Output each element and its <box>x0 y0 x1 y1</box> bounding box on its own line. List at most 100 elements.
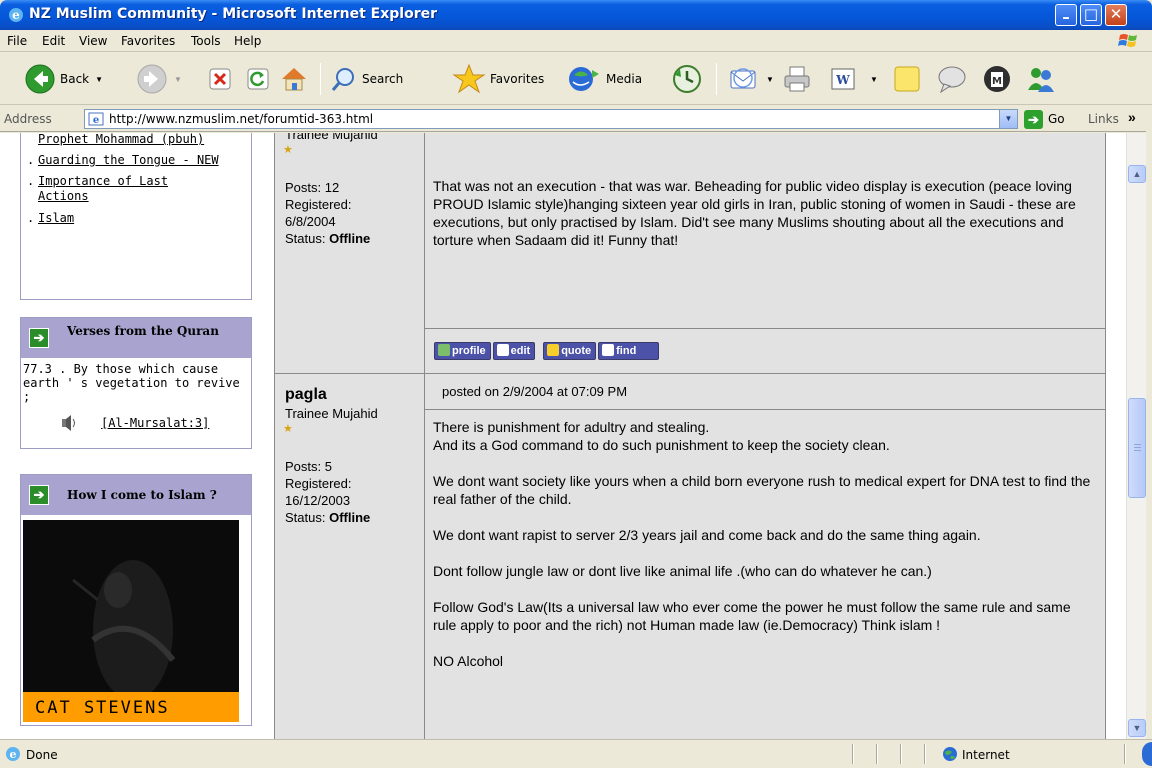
stop-button[interactable] <box>208 61 232 97</box>
registered-date: 6/8/2004 <box>285 214 336 229</box>
menu-view[interactable]: View <box>79 34 107 48</box>
url-text: http://www.nzmuslim.net/forumtid-363.htm… <box>109 112 374 126</box>
word-edit-icon: W <box>831 68 855 90</box>
mail-icon <box>730 68 756 89</box>
menu-tools[interactable]: Tools <box>191 34 221 48</box>
author-name[interactable]: pagla <box>285 386 327 404</box>
home-button[interactable] <box>278 61 310 97</box>
go-button[interactable]: ➔ Go <box>1024 109 1065 129</box>
mail-button[interactable]: ▼ <box>728 61 774 97</box>
quote-button[interactable]: quote <box>543 342 597 360</box>
address-input[interactable]: e http://www.nzmuslim.net/forumtid-363.h… <box>84 109 1018 129</box>
ie-page-icon: e <box>6 747 20 761</box>
post-actions: profile edit quote find <box>425 329 1105 373</box>
edit-icon <box>496 344 509 356</box>
stop-icon <box>209 68 231 90</box>
page-viewport: Prophet Mohammad (pbuh) . Guarding the T… <box>0 133 1126 739</box>
vertical-scrollbar[interactable]: ▲ ▼ <box>1126 133 1146 739</box>
messenger-button[interactable] <box>936 61 968 97</box>
post-timestamp: posted on 2/9/2004 at 07:09 PM <box>442 384 628 399</box>
scroll-up-button[interactable]: ▲ <box>1128 165 1146 183</box>
svg-text:W: W <box>835 73 850 87</box>
registered-label: Registered: <box>285 197 352 212</box>
author-post-count: Posts: 12 <box>285 180 340 195</box>
verses-title: Verses from the Quran <box>67 324 219 338</box>
address-bar: Address e http://www.nzmuslim.net/forumt… <box>0 106 1152 132</box>
post-body: That was not an execution - that was war… <box>425 133 1105 329</box>
speech-bubble-icon <box>938 66 966 94</box>
green-arrow-icon: ➔ <box>29 485 49 505</box>
registered-date: 16/12/2003 <box>285 493 351 508</box>
research-button[interactable]: M <box>982 61 1012 97</box>
history-button[interactable] <box>671 61 703 97</box>
maximize-button[interactable]: □ <box>1080 4 1102 26</box>
sidebar-link[interactable]: Prophet Mohammad (pbuh) <box>27 133 207 147</box>
menu-bar: File Edit View Favorites Tools Help <box>0 30 1152 52</box>
refresh-icon <box>247 68 269 90</box>
research-book-icon: M <box>984 66 1010 92</box>
address-dropdown-icon[interactable]: ▼ <box>999 110 1017 128</box>
title-bar: e NZ Muslim Community - Microsoft Intern… <box>0 0 1152 30</box>
window-title: NZ Muslim Community - Microsoft Internet… <box>29 6 438 22</box>
page-icon: e <box>88 112 104 126</box>
favorites-button[interactable]: Favorites <box>452 61 544 97</box>
sidebar-link[interactable]: . Guarding the Tongue - NEW <box>27 153 245 168</box>
verses-header: ➔ Verses from the Quran <box>21 318 251 358</box>
minimize-button[interactable]: – <box>1055 4 1077 26</box>
edit-button[interactable]: W ▼ <box>830 61 878 97</box>
find-button[interactable]: find <box>598 342 660 360</box>
scroll-down-button[interactable]: ▼ <box>1128 719 1146 737</box>
menu-file[interactable]: File <box>7 34 27 48</box>
forward-button[interactable]: ▼ <box>136 61 182 97</box>
links-chevron-icon[interactable]: » <box>1128 109 1136 125</box>
speaker-icon[interactable] <box>61 414 77 432</box>
forward-dropdown-icon: ▼ <box>174 74 182 84</box>
print-icon <box>784 66 810 92</box>
verse-reference-link[interactable]: [Al-Mursalat:3] <box>101 416 209 431</box>
svg-text:M: M <box>992 76 1002 87</box>
toolbar: Back ▼ ▼ Search Favorites Media ▼ W ▼ M <box>0 53 1152 105</box>
profile-icon <box>438 344 450 356</box>
find-icon <box>602 344 615 356</box>
edit-button[interactable]: edit <box>492 342 536 360</box>
discuss-button[interactable] <box>892 61 922 97</box>
favorites-star-icon <box>452 63 486 94</box>
islam-story-header: ➔ How I come to Islam ? <box>21 475 251 515</box>
forum-thread: Trainee Mujahid ★ Posts: 12 Registered: … <box>274 133 1106 739</box>
globe-edge-icon <box>1142 742 1152 766</box>
people-icon <box>1028 68 1054 92</box>
edit-dropdown-icon[interactable]: ▼ <box>870 75 878 84</box>
svg-text:e: e <box>93 115 99 126</box>
svg-text:e: e <box>10 748 17 761</box>
print-button[interactable] <box>782 61 812 97</box>
security-zone: Internet <box>962 748 1010 762</box>
scroll-thumb[interactable] <box>1128 398 1146 498</box>
menu-favorites[interactable]: Favorites <box>121 34 175 48</box>
close-button[interactable]: ✕ <box>1105 4 1127 26</box>
mail-dropdown-icon[interactable]: ▼ <box>766 75 774 84</box>
menu-edit[interactable]: Edit <box>42 34 65 48</box>
profile-button[interactable]: profile <box>434 342 491 360</box>
cat-stevens-photo[interactable] <box>23 520 239 710</box>
links-label[interactable]: Links <box>1088 112 1119 126</box>
author-rank: Trainee Mujahid <box>285 133 378 142</box>
ie-icon: e <box>9 8 23 22</box>
back-button[interactable]: Back ▼ <box>24 61 103 97</box>
forward-arrow-icon <box>137 64 167 94</box>
refresh-button[interactable] <box>246 61 270 97</box>
search-button[interactable]: Search <box>330 61 403 97</box>
svg-text:e: e <box>12 8 20 22</box>
green-arrow-icon: ➔ <box>29 328 49 348</box>
messenger-people-button[interactable] <box>1024 61 1058 97</box>
menu-help[interactable]: Help <box>234 34 261 48</box>
registered-label: Registered: <box>285 476 352 491</box>
media-button[interactable]: Media <box>568 61 642 97</box>
post-author-cell: Trainee Mujahid ★ Posts: 12 Registered: … <box>275 133 425 373</box>
author-rank: Trainee Mujahid <box>285 406 378 421</box>
sidebar-link[interactable]: . Importance of Last Actions <box>27 174 245 204</box>
back-arrow-icon <box>25 64 55 94</box>
home-icon <box>282 68 306 91</box>
quote-icon <box>547 344 560 356</box>
sidebar-link[interactable]: . Islam <box>27 211 245 226</box>
back-dropdown-icon[interactable]: ▼ <box>95 75 103 84</box>
